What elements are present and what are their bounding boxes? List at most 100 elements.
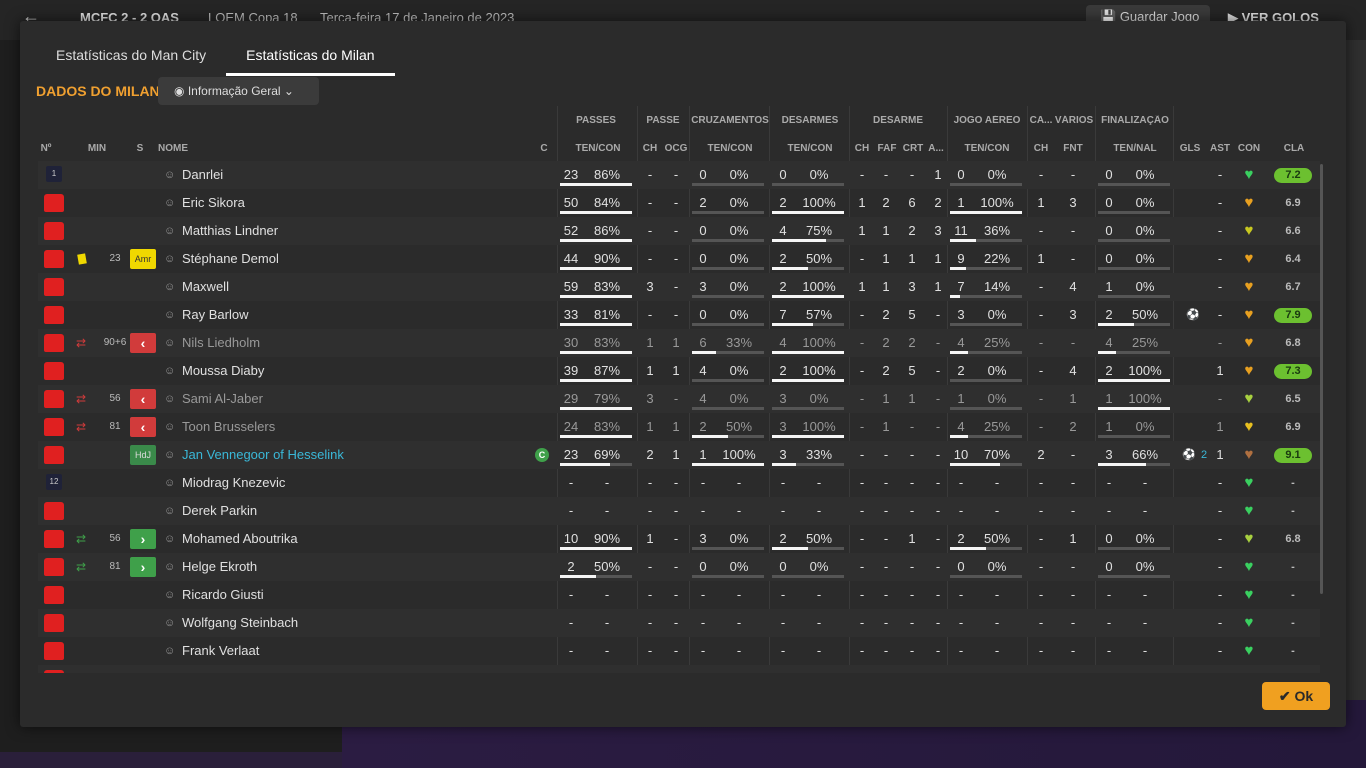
column-header[interactable]: TEN/NAL [1096, 143, 1174, 154]
table-row[interactable]: ☺ Ray Barlow 33 81% - -0 0% 7 57% -2 5-3 0% -3 2 50% ⚽ -… [38, 301, 1320, 329]
stat-percent: - [586, 665, 628, 673]
shirt-icon [44, 278, 64, 296]
table-row[interactable]: HdJ ☺ Jan Vennegoor of Hesselink C 23 69% 2 1 1 1… [38, 441, 1320, 469]
player-name: Matthias Lindner [182, 223, 279, 238]
ok-label: Ok [1294, 688, 1314, 704]
stat-bar [950, 547, 986, 550]
pass-key-chances: 1 [646, 335, 654, 350]
assists-stat: - [1208, 665, 1232, 673]
column-header[interactable]: MIN [82, 143, 112, 154]
table-row[interactable]: ☺ Maxwell 59 83% 3-3 0% 2 100% 1 1 3 1 7 14% -4 1 0% - ♥ 6.… [38, 273, 1320, 301]
column-header[interactable]: CH [850, 143, 874, 154]
column-header[interactable]: TEN/CON [690, 143, 770, 154]
stat-attempts: - [770, 665, 796, 673]
stat-attempts: - [958, 615, 964, 630]
shirt-icon [44, 558, 64, 576]
assists-stat: - [1217, 335, 1223, 350]
column-header[interactable]: FNT [1054, 143, 1092, 154]
column-header[interactable]: TEN/CON [558, 143, 638, 154]
column-header[interactable]: TEN/CON [948, 143, 1026, 154]
player-rating: - [1291, 617, 1295, 629]
player-name: Helge Ekroth [182, 559, 258, 574]
column-header[interactable]: CRT [900, 143, 926, 154]
stat-attempts: - [1106, 643, 1112, 658]
column-header[interactable]: CH [1028, 143, 1054, 154]
column-header[interactable]: S [134, 143, 146, 154]
column-header[interactable]: NOME [158, 143, 218, 154]
stat-bar-bg [692, 295, 764, 298]
table-row[interactable]: ☺ Moussa Diaby 39 87% 1 1 4 0% 2 100% -2 5-2 0% -4 2 10… [38, 357, 1320, 385]
view-select[interactable]: ◉ Informação Geral ⌄ [158, 77, 319, 105]
tackle-stat: - [909, 615, 915, 630]
table-row[interactable]: ☺ Eric Sikora 50 84% - -2 0% 2 100% 1 2 6 2 1 100% 1 3 0 0… [38, 189, 1320, 217]
stat-bar [950, 351, 968, 354]
fouls-stat: - [1070, 503, 1076, 518]
table-row[interactable]: ☺ Frank Verlaat - - - - - - - - - - - - - - - - - - - ♥ - [38, 637, 1320, 665]
stat-attempts: - [568, 615, 574, 630]
condition-heart-icon: ♥ [1244, 194, 1254, 211]
stat-attempts: - [568, 643, 574, 658]
table-row[interactable]: ⇄ 56 ‹ ☺ Sami Al-Jaber 29 79% 3-4 0% 3 0% -1 1-1 0% -1… [38, 385, 1320, 413]
fouls-stat: 2 [1069, 419, 1077, 434]
assists-stat: - [1217, 195, 1223, 210]
column-header[interactable]: C [538, 143, 550, 154]
person-icon: ☺ [164, 169, 176, 181]
stat-bar-bg [772, 575, 844, 578]
table-row[interactable]: ⇄ 56 › ☺ Mohamed Aboutrika 10 90% 1-3 0% 2 50% - -1-… [38, 525, 1320, 553]
player-rating: - [1291, 589, 1295, 601]
scrollbar[interactable] [1320, 164, 1323, 594]
tackle-stat: - [935, 587, 941, 602]
table-row[interactable]: ☺ Matthias Lindner 52 86% - -0 0% 4 75% 1 1 2 3 11 36%… [38, 217, 1320, 245]
stat-attempts: - [1106, 587, 1112, 602]
table-row[interactable]: ⇄ 90+6 ‹ ☺ Nils Liedholm 30 83% 1 1 6 33% 4 100% -2 2-… [38, 329, 1320, 357]
ok-button[interactable]: ✔ Ok [1262, 682, 1330, 710]
tackle-stat: - [883, 643, 889, 658]
column-header[interactable]: TEN/CON [770, 143, 850, 154]
table-row[interactable]: 23 Amr ☺ Stéphane Demol 44 90% - -0 0% 2 50% -1 1 1 9 2… [38, 245, 1320, 273]
assists-stat: - [1217, 503, 1223, 518]
assists-stat: - [1217, 391, 1223, 406]
column-header[interactable]: OCG [662, 143, 690, 154]
cards-stat: - [1038, 587, 1044, 602]
tab-milan-stats[interactable]: Estatísticas do Milan [226, 21, 395, 76]
assists-stat: - [1217, 587, 1223, 602]
player-rating: 7.3 [1274, 364, 1312, 379]
person-icon: ☺ [164, 561, 176, 573]
column-header[interactable]: A... [926, 143, 946, 154]
column-header[interactable]: Nº [36, 143, 56, 154]
stat-bar-bg [692, 211, 764, 214]
person-icon: ☺ [164, 309, 176, 321]
stat-attempts: - [780, 615, 786, 630]
stat-bar-bg [692, 323, 764, 326]
stat-percent: - [604, 643, 610, 658]
table-row[interactable]: ☺ Ricardo Giusti - - - - - - - - - - - - - - - - - - - ♥ - [38, 581, 1320, 609]
fouls-stat: - [1070, 167, 1076, 182]
table-row[interactable]: ☺ Derek Parkin - - - - - - - - - - - - - - - - - - - ♥ - [38, 497, 1320, 525]
table-row[interactable]: ⇄ 81 › ☺ Helge Ekroth 2 50% - -0 0% 0 0% - - - -0 0% - -0 0… [38, 553, 1320, 581]
tab-man-city-stats[interactable]: Estatísticas do Man City [36, 21, 226, 76]
stat-attempts: - [700, 503, 706, 518]
table-row[interactable]: 12 ☺ Miodrag Knezevic - - - - - - - - - - - - - - - - - - - ♥ - [38, 469, 1320, 497]
condition-heart-icon: ♥ [1244, 362, 1254, 379]
pass-key-chances: 1 [646, 419, 654, 434]
player-name: Jan Vennegoor of Hesselink [182, 447, 344, 462]
tackle-stat: 3 [908, 279, 916, 294]
tackle-stat: 1 [858, 279, 866, 294]
pass-key-chances: - [647, 587, 653, 602]
table-row[interactable]: ☺ Wolfgang Steinbach - - - - - - - - - - - - - - - - - - - ♥ - [38, 609, 1320, 637]
tackle-stat: 1 [858, 223, 866, 238]
assists-stat: - [1217, 223, 1223, 238]
column-header[interactable]: CH [638, 143, 662, 154]
tackle-stat: 2 [882, 335, 890, 350]
column-header[interactable]: CON [1234, 143, 1264, 154]
table-row[interactable]: ⇄ 81 ‹ ☺ Toon Brusselers 24 83% 1 1 2 50% 3 100% -1- -… [38, 413, 1320, 441]
player-rating: 9.1 [1274, 448, 1312, 463]
column-header[interactable]: AST [1208, 143, 1232, 154]
table-row[interactable]: ☺-------------------♥- [38, 665, 1320, 673]
table-row[interactable]: 1 ☺ Danrlei 23 86% - -0 0% 0 0% - - -1 0 0% - -0 0% - ♥ 7.2 [38, 161, 1320, 189]
column-header[interactable]: GLS [1174, 143, 1206, 154]
group-header: CA... [1029, 115, 1053, 126]
column-header[interactable]: FAF [874, 143, 900, 154]
column-header[interactable]: CLA [1274, 143, 1314, 154]
stat-attempts: - [558, 665, 584, 673]
